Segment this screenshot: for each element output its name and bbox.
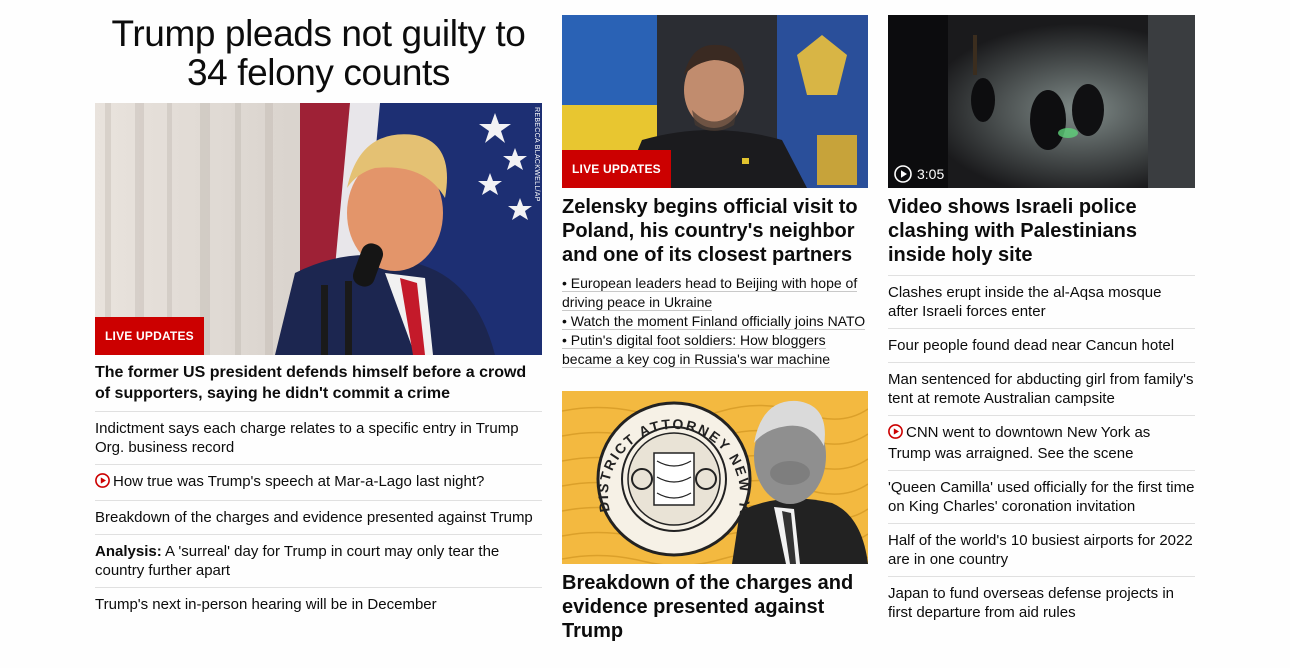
- charges-image[interactable]: DISTRICT ATTORNEY NEW YORK: [562, 391, 868, 564]
- link-text[interactable]: Indictment says each charge relates to a…: [95, 420, 519, 456]
- charges-title[interactable]: Breakdown of the charges and evidence pr…: [562, 571, 868, 643]
- link-text[interactable]: CNN went to downtown New York as Trump w…: [888, 424, 1150, 462]
- video-duration: 3:05: [894, 165, 944, 183]
- video-thumbnail[interactable]: 3:05: [888, 15, 1195, 188]
- video-title[interactable]: Video shows Israeli police clashing with…: [888, 195, 1195, 276]
- zelensky-image[interactable]: LIVE UPDATES: [562, 15, 868, 188]
- clash-video-frame: [888, 15, 1195, 188]
- list-item[interactable]: Man sentenced for abducting girl from fa…: [888, 363, 1195, 416]
- image-credit: REBECCA BLACKWELL/AP: [533, 107, 540, 202]
- district-attorney-photo: DISTRICT ATTORNEY NEW YORK: [562, 391, 868, 564]
- live-updates-badge[interactable]: LIVE UPDATES: [562, 150, 671, 188]
- play-icon: [888, 424, 903, 444]
- zelensky-story: LIVE UPDATES Zelensky begins official vi…: [562, 0, 868, 643]
- play-icon[interactable]: [894, 165, 912, 183]
- zelensky-title[interactable]: Zelensky begins official visit to Poland…: [562, 195, 868, 267]
- link-text[interactable]: How true was Trump's speech at Mar-a-Lag…: [113, 473, 484, 490]
- link-text[interactable]: 'Queen Camilla' used officially for the …: [888, 479, 1194, 515]
- list-item[interactable]: • European leaders head to Beijing with …: [562, 274, 868, 312]
- list-item[interactable]: Indictment says each charge relates to a…: [95, 412, 542, 465]
- list-item[interactable]: • Putin's digital foot soldiers: How blo…: [562, 331, 868, 369]
- link-text[interactable]: • Watch the moment Finland officially jo…: [562, 313, 866, 330]
- lead-title[interactable]: The former US president defends himself …: [95, 362, 542, 412]
- list-item[interactable]: Japan to fund overseas defense projects …: [888, 577, 1195, 629]
- video-story: 3:05 Video shows Israeli police clashing…: [888, 0, 1195, 629]
- lead-related-links: Indictment says each charge relates to a…: [95, 412, 542, 621]
- list-item[interactable]: Breakdown of the charges and evidence pr…: [95, 501, 542, 535]
- link-text[interactable]: Trump's next in-person hearing will be i…: [95, 596, 437, 613]
- lead-image[interactable]: REBECCA BLACKWELL/AP LIVE UPDATES: [95, 103, 542, 355]
- list-item[interactable]: CNN went to downtown New York as Trump w…: [888, 416, 1195, 471]
- list-item[interactable]: 'Queen Camilla' used officially for the …: [888, 471, 1195, 524]
- duration-label: 3:05: [917, 166, 945, 182]
- list-item[interactable]: • Watch the moment Finland officially jo…: [562, 312, 868, 331]
- link-text[interactable]: • European leaders head to Beijing with …: [562, 275, 858, 311]
- lead-story: Trump pleads not guilty to 34 felony cou…: [95, 0, 542, 621]
- list-item[interactable]: Four people found dead near Cancun hotel: [888, 329, 1195, 363]
- link-text[interactable]: Breakdown of the charges and evidence pr…: [95, 509, 533, 526]
- link-text[interactable]: Half of the world's 10 busiest airports …: [888, 532, 1193, 568]
- zelensky-related-links: • European leaders head to Beijing with …: [562, 274, 868, 369]
- play-icon: [95, 473, 110, 493]
- link-text[interactable]: • Putin's digital foot soldiers: How blo…: [562, 332, 831, 368]
- link-text[interactable]: Clashes erupt inside the al-Aqsa mosque …: [888, 284, 1162, 320]
- list-item[interactable]: Analysis: A 'surreal' day for Trump in c…: [95, 535, 542, 588]
- link-text[interactable]: Man sentenced for abducting girl from fa…: [888, 371, 1194, 407]
- more-headlines: Clashes erupt inside the al-Aqsa mosque …: [888, 276, 1195, 629]
- list-item[interactable]: How true was Trump's speech at Mar-a-Lag…: [95, 465, 542, 501]
- list-item[interactable]: Trump's next in-person hearing will be i…: [95, 588, 542, 621]
- link-text[interactable]: Japan to fund overseas defense projects …: [888, 585, 1174, 621]
- analysis-label: Analysis:: [95, 543, 162, 560]
- live-updates-badge[interactable]: LIVE UPDATES: [95, 317, 204, 355]
- lead-headline[interactable]: Trump pleads not guilty to 34 felony cou…: [95, 14, 542, 92]
- list-item[interactable]: Clashes erupt inside the al-Aqsa mosque …: [888, 276, 1195, 329]
- list-item[interactable]: Half of the world's 10 busiest airports …: [888, 524, 1195, 577]
- link-text[interactable]: Four people found dead near Cancun hotel: [888, 337, 1174, 354]
